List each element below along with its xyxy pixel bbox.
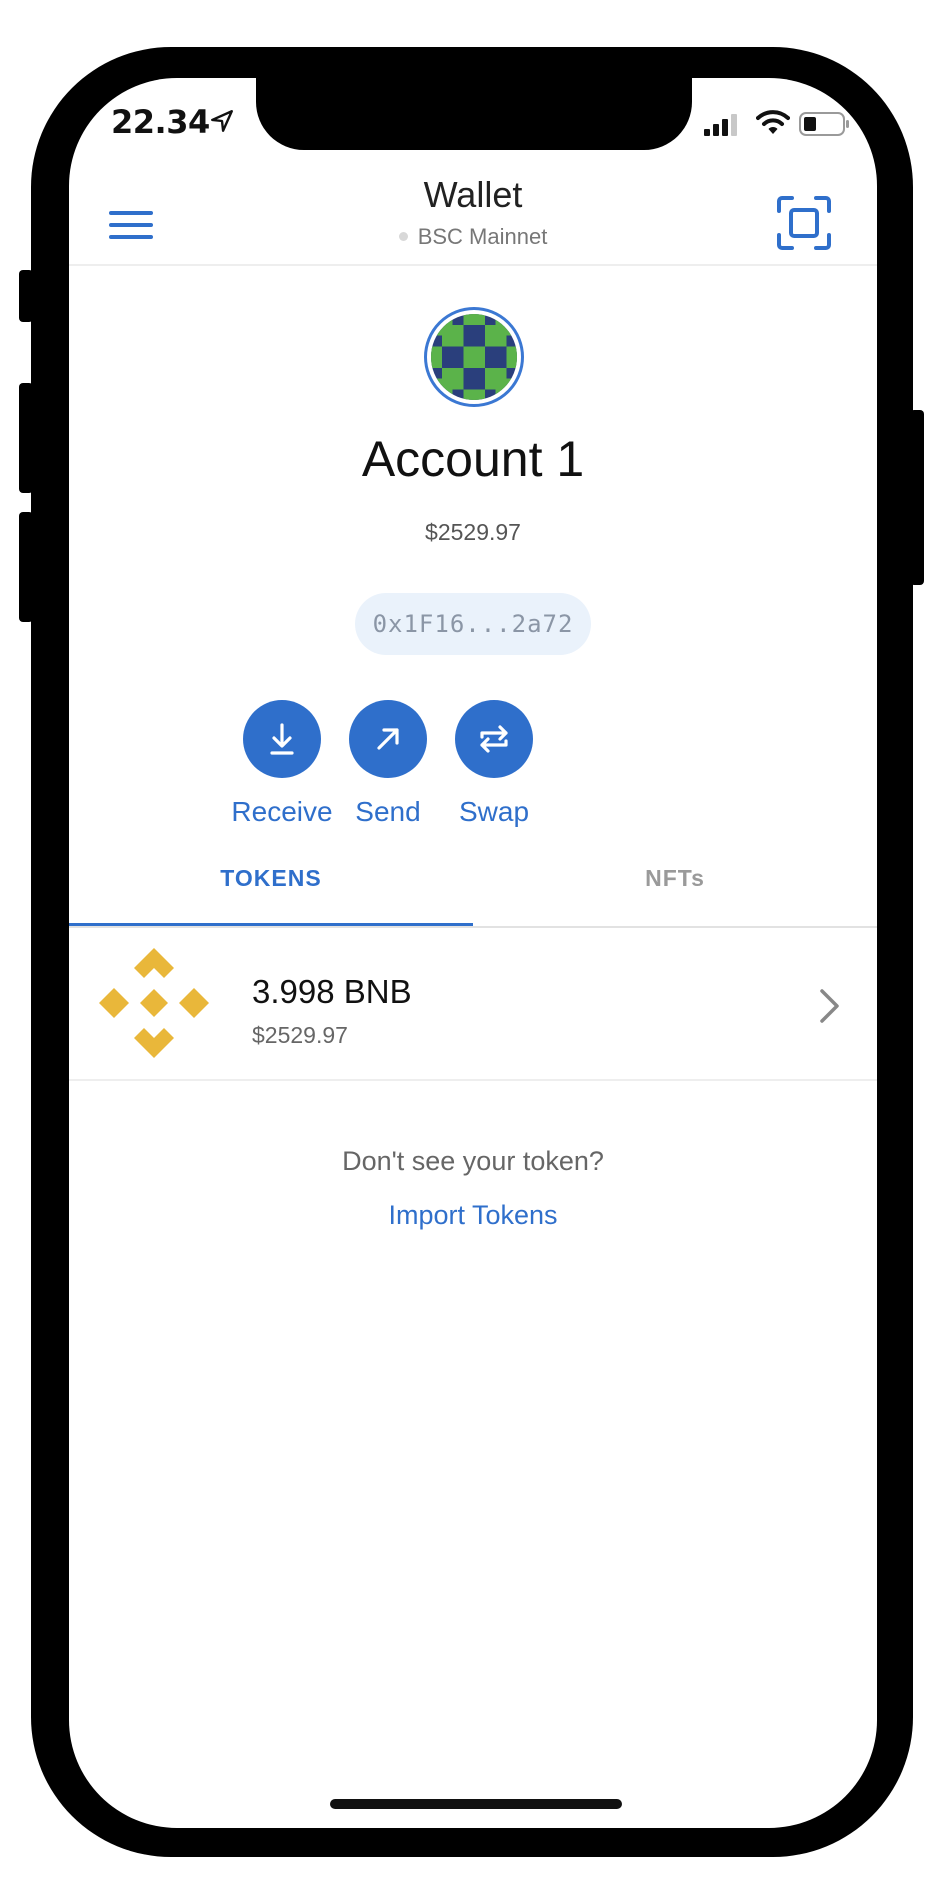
chevron-right-icon	[820, 989, 839, 1023]
swap-label: Swap	[458, 796, 530, 827]
wifi-icon	[756, 110, 790, 134]
account-avatar[interactable]	[424, 307, 524, 407]
identicon	[431, 314, 517, 400]
network-status-dot	[398, 231, 408, 241]
header-title: Wallet	[423, 174, 523, 215]
notch	[256, 78, 692, 150]
swap-circle	[455, 700, 533, 778]
network-name: BSC Mainnet	[417, 224, 548, 249]
tab-tokens[interactable]: TOKENS	[69, 853, 473, 925]
swap-button[interactable]: Swap	[424, 700, 564, 828]
tab-nfts[interactable]: NFTs	[473, 853, 877, 925]
receive-circle	[243, 700, 321, 778]
bnb-logo-icon	[99, 948, 209, 1058]
volume-down-button	[19, 512, 33, 622]
row-divider	[69, 1079, 877, 1081]
home-indicator[interactable]	[330, 1799, 622, 1809]
arrow-up-right-icon	[377, 728, 399, 750]
phone-screen: 22.34 Wallet BSC Mainnet Account 1 $2529…	[69, 78, 877, 1828]
battery-icon	[799, 112, 849, 136]
location-arrow-icon	[211, 110, 233, 132]
token-fiat-value: $2529.97	[252, 1022, 348, 1048]
import-tokens-link[interactable]: Import Tokens	[69, 1200, 877, 1231]
power-button	[910, 410, 924, 585]
send-circle	[349, 700, 427, 778]
signal-icon	[704, 114, 737, 136]
header-divider	[69, 264, 877, 266]
network-indicator[interactable]: BSC Mainnet	[69, 224, 877, 250]
account-name[interactable]: Account 1	[69, 430, 877, 488]
token-amount: 3.998 BNB	[252, 973, 412, 1010]
token-row-bnb[interactable]: 3.998 BNB $2529.97	[69, 928, 877, 1080]
qr-scan-icon[interactable]	[776, 195, 832, 251]
mute-switch	[19, 270, 33, 322]
swap-arrows-icon	[480, 725, 508, 753]
download-arrow-icon	[270, 723, 294, 755]
missing-token-prompt: Don't see your token?	[342, 1146, 604, 1176]
volume-up-button	[19, 383, 33, 493]
status-time: 22.34	[111, 103, 210, 141]
account-address-pill[interactable]: 0x1F16...2a72	[355, 593, 591, 655]
account-balance: $2529.97	[425, 519, 521, 545]
